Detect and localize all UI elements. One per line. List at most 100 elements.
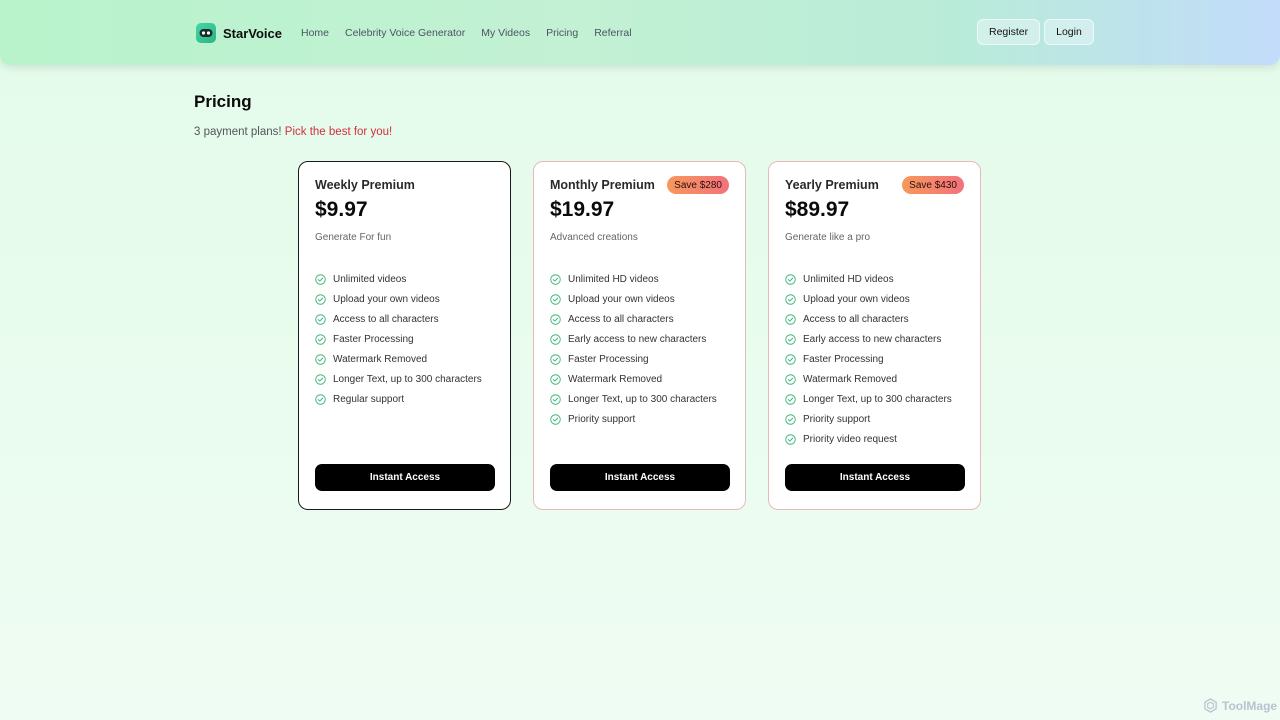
subtitle-prefix: 3 payment plans! [194,126,282,138]
starvoice-logo-icon [196,23,216,43]
feature-item: Priority support [550,409,717,429]
feature-text: Unlimited HD videos [803,273,894,285]
plan-card-yearly: Yearly Premium Save $430 $89.97 Generate… [768,161,981,510]
nav-referral[interactable]: Referral [594,27,631,39]
check-circle-icon [550,393,561,405]
feature-text: Priority video request [803,433,897,445]
feature-item: Priority support [785,409,952,429]
feature-text: Upload your own videos [803,293,910,305]
toolmage-watermark: ToolMage [1203,698,1277,713]
brand-logo[interactable]: StarVoice [196,23,282,43]
check-circle-icon [315,393,326,405]
plan-name: Monthly Premium [550,178,655,192]
check-circle-icon [315,313,326,325]
feature-item: Unlimited videos [315,269,482,289]
plan-tagline: Generate For fun [315,232,392,243]
feature-text: Unlimited HD videos [568,273,659,285]
plan-card-weekly: Weekly Premium $9.97 Generate For fun Un… [298,161,511,510]
feature-item: Access to all characters [315,309,482,329]
feature-text: Longer Text, up to 300 characters [568,393,717,405]
plan-card-monthly: Monthly Premium Save $280 $19.97 Advance… [533,161,746,510]
watermark-text: ToolMage [1222,698,1278,713]
nav-my-videos[interactable]: My Videos [481,27,530,39]
plan-price: $19.97 [550,198,615,221]
save-badge: Save $280 [667,176,729,194]
check-circle-icon [315,293,326,305]
feature-item: Faster Processing [550,349,717,369]
check-circle-icon [550,353,561,365]
toolmage-logo-icon [1204,698,1217,713]
feature-text: Early access to new characters [568,333,707,345]
feature-text: Access to all characters [803,313,909,325]
feature-item: Faster Processing [315,329,482,349]
nav-home[interactable]: Home [301,27,329,39]
check-circle-icon [785,393,796,405]
feature-text: Unlimited videos [333,273,407,285]
check-circle-icon [785,373,796,385]
check-circle-icon [550,273,561,285]
feature-item: Watermark Removed [550,369,717,389]
feature-item: Watermark Removed [315,349,482,369]
auth-buttons: Register Login [977,19,1094,45]
feature-item: Early access to new characters [550,329,717,349]
feature-item: Unlimited HD videos [550,269,717,289]
top-navbar: StarVoice Home Celebrity Voice Generator… [0,0,1280,65]
check-circle-icon [315,333,326,345]
feature-item: Longer Text, up to 300 characters [550,389,717,409]
nav-pricing[interactable]: Pricing [546,27,578,39]
register-button[interactable]: Register [977,19,1041,45]
check-circle-icon [785,433,796,445]
feature-text: Longer Text, up to 300 characters [803,393,952,405]
feature-text: Priority support [803,413,871,425]
check-circle-icon [550,293,561,305]
main-nav: Home Celebrity Voice Generator My Videos… [301,27,632,39]
feature-text: Regular support [333,393,405,405]
check-circle-icon [550,413,561,425]
check-circle-icon [550,333,561,345]
feature-item: Priority video request [785,429,952,449]
feature-text: Watermark Removed [803,373,898,385]
instant-access-button[interactable]: Instant Access [785,464,965,491]
brand-name: StarVoice [223,25,283,41]
login-button[interactable]: Login [1044,19,1094,45]
feature-list: Unlimited videos Upload your own videos Ac… [315,269,482,409]
check-circle-icon [785,333,796,345]
feature-text: Longer Text, up to 300 characters [333,373,482,385]
feature-text: Priority support [568,413,636,425]
feature-text: Upload your own videos [568,293,675,305]
plan-name: Weekly Premium [315,178,415,192]
feature-item: Upload your own videos [785,289,952,309]
check-circle-icon [315,353,326,365]
instant-access-button[interactable]: Instant Access [315,464,495,491]
plan-tagline: Advanced creations [550,232,638,243]
check-circle-icon [785,313,796,325]
feature-text: Faster Processing [568,353,649,365]
check-circle-icon [315,273,326,285]
plan-price: $89.97 [785,198,850,221]
feature-text: Watermark Removed [568,373,663,385]
check-circle-icon [785,273,796,285]
feature-list: Unlimited HD videos Upload your own video… [785,269,952,449]
page-title: Pricing [194,92,252,111]
feature-item: Regular support [315,389,482,409]
feature-text: Watermark Removed [333,353,428,365]
feature-text: Early access to new characters [803,333,942,345]
feature-item: Access to all characters [550,309,717,329]
feature-item: Longer Text, up to 300 characters [315,369,482,389]
subtitle-accent: Pick the best for you! [284,126,393,138]
feature-item: Access to all characters [785,309,952,329]
check-circle-icon [315,373,326,385]
feature-item: Upload your own videos [550,289,717,309]
feature-item: Early access to new characters [785,329,952,349]
check-circle-icon [785,293,796,305]
instant-access-button[interactable]: Instant Access [550,464,730,491]
feature-list: Unlimited HD videos Upload your own video… [550,269,717,429]
feature-item: Unlimited HD videos [785,269,952,289]
feature-text: Faster Processing [803,353,884,365]
feature-text: Upload your own videos [333,293,440,305]
feature-item: Upload your own videos [315,289,482,309]
feature-item: Faster Processing [785,349,952,369]
nav-celebrity-voice-generator[interactable]: Celebrity Voice Generator [345,27,465,39]
plan-name: Yearly Premium [785,178,879,192]
page-subtitle: 3 payment plans! Pick the best for you! [194,126,392,138]
